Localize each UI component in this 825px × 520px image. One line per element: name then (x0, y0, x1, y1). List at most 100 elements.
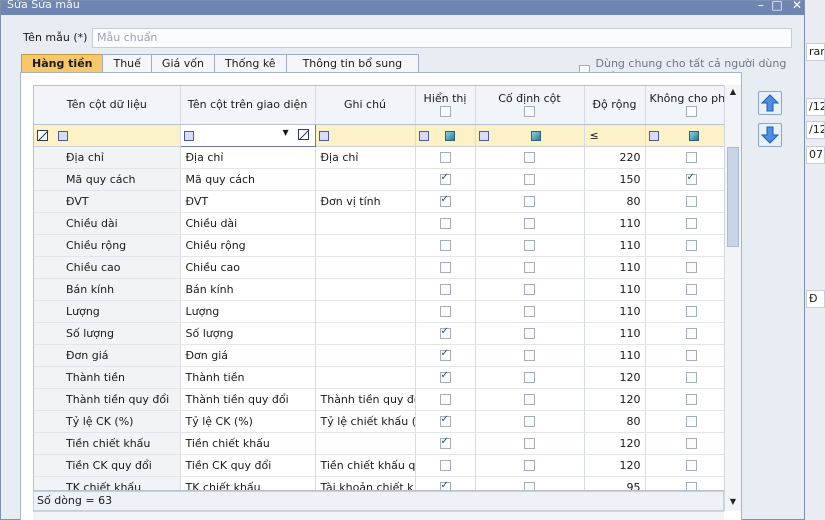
ui-column-name-cell[interactable]: Địa chỉ (180, 146, 316, 169)
fixed-all-checkbox[interactable] (524, 106, 535, 118)
table-row[interactable]: Tỷ lệ CK (%) Tỷ lệ CK (%) Tỷ lệ chiết khấu… (34, 410, 728, 433)
filter-value-icon[interactable] (688, 130, 699, 141)
close-icon[interactable]: ✕ (789, 0, 805, 12)
fixed-checkbox[interactable] (524, 328, 535, 339)
vertical-scrollbar[interactable]: ▲ ▼ (724, 85, 741, 511)
fixed-checkbox[interactable] (524, 438, 535, 449)
show-checkbox[interactable] (439, 172, 451, 185)
note-cell[interactable] (315, 344, 416, 367)
width-cell[interactable]: 120 (584, 388, 646, 411)
ui-column-name-cell[interactable]: Tiền chiết khấu (180, 432, 316, 455)
filter-icon[interactable] (478, 130, 489, 141)
show-checkbox[interactable] (439, 414, 451, 427)
width-cell[interactable]: 150 (584, 168, 646, 191)
ui-column-name-cell[interactable]: Tỷ lệ CK (%) (180, 410, 316, 433)
scroll-down-icon[interactable]: ▼ (725, 495, 741, 509)
filter-icon[interactable] (183, 130, 194, 141)
lock-checkbox[interactable] (685, 482, 697, 490)
tab-hang-tien[interactable]: Hàng tiền (21, 54, 104, 73)
table-row[interactable]: Thành tiềnThành tiền 120 (34, 366, 728, 389)
show-checkbox[interactable] (439, 284, 451, 295)
ui-column-name-cell[interactable]: ĐVT (180, 190, 316, 213)
ui-column-name-cell[interactable]: Chiều cao (180, 256, 316, 279)
table-row[interactable]: Đơn giáĐơn giá 110 (34, 344, 728, 367)
lock-all-checkbox[interactable] (685, 106, 697, 118)
filter-icon[interactable] (418, 130, 429, 141)
note-cell[interactable] (315, 168, 416, 191)
fixed-checkbox[interactable] (524, 196, 535, 207)
scroll-thumb[interactable] (727, 147, 739, 247)
table-row[interactable]: Chiều rộng Chiều rộng 110 (34, 234, 728, 257)
ui-column-name-cell[interactable]: TK chiết khấu (180, 476, 316, 490)
width-cell[interactable]: 110 (584, 322, 646, 345)
note-cell[interactable] (315, 322, 416, 345)
show-checkbox[interactable] (439, 326, 451, 339)
table-row[interactable]: Tiền CK quy đổi Tiền CK quy đổi Tiền chiết… (34, 454, 728, 477)
table-row[interactable]: Lượng Lượng 110 (34, 300, 728, 323)
template-name-input[interactable]: Mẫu chuẩn (92, 28, 792, 48)
note-cell[interactable]: Tiền chiết khấu q (315, 454, 416, 477)
scroll-up-icon[interactable]: ▲ (725, 85, 741, 99)
note-cell[interactable] (315, 234, 416, 257)
column-header-show[interactable]: Hiển thị (415, 86, 476, 125)
move-up-button[interactable] (758, 91, 782, 115)
fixed-checkbox[interactable] (524, 218, 535, 229)
filter-cell[interactable] (415, 124, 476, 147)
fixed-checkbox[interactable] (524, 240, 535, 251)
note-cell[interactable]: Đơn vị tính (315, 190, 416, 213)
fixed-checkbox[interactable] (524, 482, 535, 490)
lock-checkbox[interactable] (685, 416, 697, 427)
note-cell[interactable] (315, 256, 416, 279)
maximize-icon[interactable]: □ (769, 0, 785, 12)
ui-column-name-cell[interactable]: Thành tiền (180, 366, 316, 389)
filter-cell[interactable]: ▼ (179, 123, 316, 147)
lock-checkbox[interactable] (685, 262, 697, 273)
filter-cell[interactable]: ≤ (584, 124, 646, 147)
note-cell[interactable] (315, 300, 416, 323)
fixed-checkbox[interactable] (524, 350, 535, 361)
width-cell[interactable]: 110 (584, 300, 646, 323)
table-row[interactable]: Chiều cao Chiều cao 110 (34, 256, 728, 279)
lock-checkbox[interactable] (685, 460, 697, 471)
width-cell[interactable]: 120 (584, 366, 646, 389)
note-cell[interactable]: Tỷ lệ chiết khấu ( (315, 410, 416, 433)
tab-thue[interactable]: Thuế (102, 54, 152, 73)
lock-checkbox[interactable] (685, 172, 697, 185)
lock-checkbox[interactable] (685, 350, 697, 361)
fixed-checkbox[interactable] (524, 372, 535, 383)
column-header-fixed[interactable]: Cố định cột (475, 86, 585, 125)
table-row[interactable]: Thành tiền quy đổi Thành tiền quy đổi Thàn… (34, 388, 728, 411)
note-cell[interactable]: Địa chỉ (315, 146, 416, 169)
table-row[interactable]: Mã quy cáchMã quy cách 150 (34, 168, 728, 191)
minimize-icon[interactable]: – (753, 0, 769, 12)
ui-column-name-cell[interactable]: Lượng (180, 300, 316, 323)
lock-checkbox[interactable] (685, 372, 697, 383)
ui-column-name-cell[interactable]: Mã quy cách (180, 168, 316, 191)
table-row[interactable]: Số lượngSố lượng 110 (34, 322, 728, 345)
width-cell[interactable]: 110 (584, 344, 646, 367)
note-cell[interactable] (315, 278, 416, 301)
lock-checkbox[interactable] (685, 328, 697, 339)
move-down-button[interactable] (758, 123, 782, 147)
ui-column-name-cell[interactable]: Chiều dài (180, 212, 316, 235)
lock-checkbox[interactable] (685, 152, 697, 163)
clear-filter-icon[interactable] (37, 130, 48, 141)
table-row[interactable]: Chiều dài Chiều dài 110 (34, 212, 728, 235)
column-header[interactable]: Ghi chú (315, 86, 416, 125)
filter-cell[interactable] (34, 124, 181, 147)
fixed-checkbox[interactable] (524, 262, 535, 273)
fixed-checkbox[interactable] (524, 460, 535, 471)
table-row[interactable]: Địa chỉ Địa chỉ Địa chỉ 220 (34, 146, 728, 169)
table-row[interactable]: Tiền chiết khấuTiền chiết khấu 120 (34, 432, 728, 455)
width-cell[interactable]: 80 (584, 410, 646, 433)
tab-thong-tin-bo-sung[interactable]: Thông tin bổ sung (285, 54, 420, 73)
fixed-checkbox[interactable] (524, 306, 535, 317)
table-row[interactable]: ĐVTĐVTĐơn vị tính80 (34, 190, 728, 213)
note-cell[interactable] (315, 432, 416, 455)
show-checkbox[interactable] (439, 480, 451, 490)
filter-value-icon[interactable] (444, 130, 455, 141)
show-checkbox[interactable] (439, 460, 451, 471)
chevron-down-icon[interactable]: ▼ (283, 128, 289, 137)
fixed-checkbox[interactable] (524, 284, 535, 295)
table-row[interactable]: Bán kính Bán kính 110 (34, 278, 728, 301)
